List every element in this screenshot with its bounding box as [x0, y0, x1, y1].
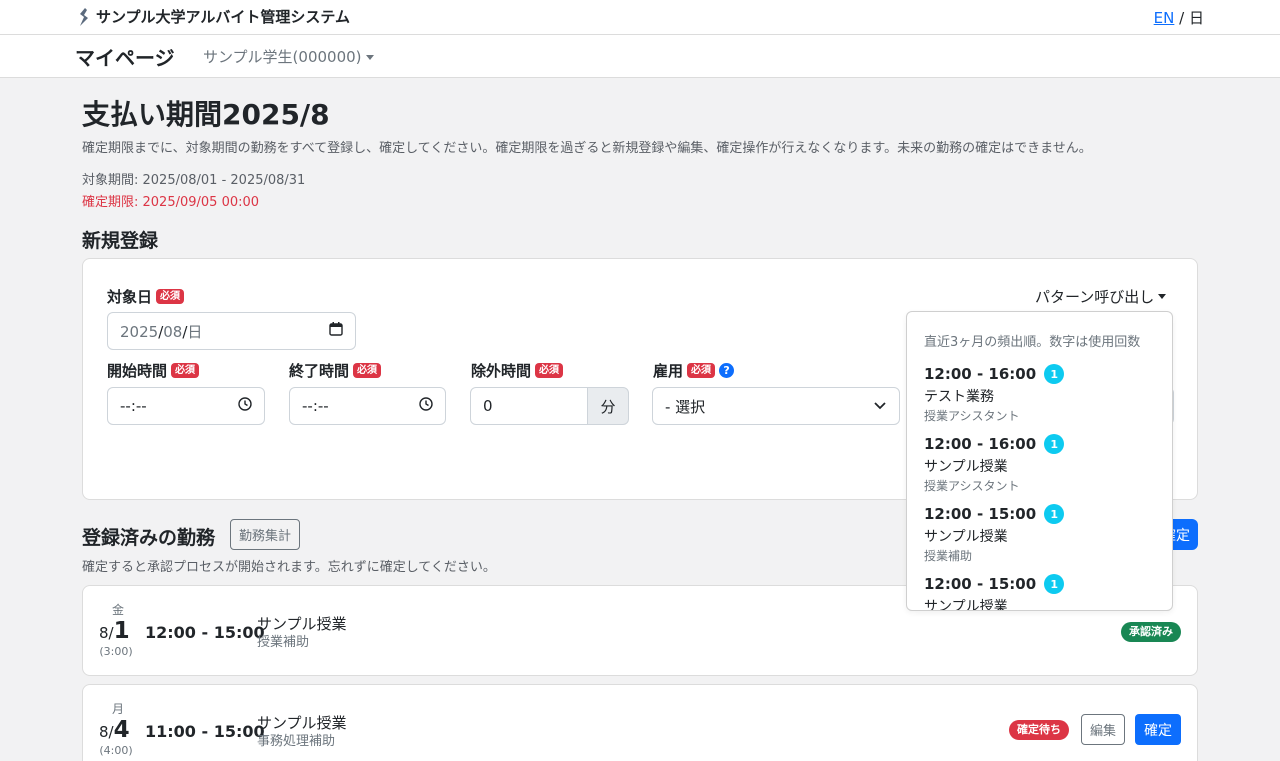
pattern-job: サンプル授業 — [924, 529, 1008, 545]
page-title: 支払い期間2025/8 — [82, 98, 330, 131]
top-bar: サンプル大学アルバイト管理システム EN / 日 — [0, 0, 1280, 35]
usage-count-badge: 1 — [1044, 574, 1065, 594]
pattern-call-button[interactable]: パターン呼び出し — [1035, 286, 1167, 307]
work-time: 12:00 - 15:00 — [145, 623, 265, 642]
clock-icon[interactable] — [238, 397, 252, 415]
employment-label: 雇用 必須 ? — [653, 360, 735, 381]
registered-note: 確定すると承認プロセスが開始されます。忘れずに確定してください。 — [82, 560, 496, 575]
work-time: 11:00 - 15:00 — [145, 722, 265, 741]
logo-icon — [78, 7, 90, 26]
date: 8/1 — [99, 618, 130, 644]
pattern-job: サンプル授業 — [924, 599, 1008, 611]
app-title: サンプル大学アルバイト管理システム — [96, 8, 350, 26]
registered-heading: 登録済みの勤務 — [82, 527, 216, 549]
app-brand[interactable]: サンプル大学アルバイト管理システム — [78, 6, 350, 27]
minutes-unit: 分 — [587, 387, 629, 425]
required-badge: 必須 — [171, 363, 200, 378]
date-value: 2025/08/日 — [120, 322, 203, 341]
pattern-role: 授業補助 — [924, 549, 973, 563]
required-badge: 必須 — [687, 363, 716, 378]
user-name: サンプル学生(000000) — [203, 48, 362, 66]
user-menu[interactable]: サンプル学生(000000) — [203, 46, 374, 67]
lang-ja-current: 日 — [1188, 9, 1204, 27]
required-badge: 必須 — [156, 289, 185, 304]
pattern-call-label: パターン呼び出し — [1035, 288, 1155, 306]
pattern-item[interactable]: 12:00 - 16:00 1 テスト業務 授業アシスタント — [924, 364, 1065, 424]
status-badge: 承認済み — [1121, 622, 1181, 642]
pattern-item[interactable]: 12:00 - 16:00 1 サンプル授業 授業アシスタント — [924, 434, 1065, 494]
pattern-role: 授業アシスタント — [924, 409, 1020, 423]
duration: (4:00) — [99, 744, 133, 757]
confirm-button[interactable]: 確定 — [1135, 714, 1181, 745]
date-label: 対象日 必須 — [107, 286, 185, 307]
pattern-item[interactable]: 12:00 - 15:00 1 サンプル授業 — [924, 574, 1065, 611]
job-role: 事務処理補助 — [257, 734, 336, 749]
list-item: 月 8/4 (4:00) 11:00 - 15:00 サンプル授業 事務処理補助… — [82, 684, 1198, 761]
exclude-time-value: 0 — [483, 397, 493, 415]
edit-button[interactable]: 編集 — [1081, 714, 1126, 745]
start-time-label: 開始時間 必須 — [107, 360, 200, 381]
lang-separator: / — [1179, 9, 1185, 27]
caret-down-icon — [365, 55, 374, 60]
help-icon[interactable]: ? — [719, 363, 735, 378]
date: 8/4 — [99, 717, 130, 743]
page-description: 確定期限までに、対象期間の勤務をすべて登録し、確定してください。確定期限を過ぎる… — [82, 141, 1092, 156]
pattern-time: 12:00 - 15:00 — [924, 575, 1037, 593]
start-time-value: --:-- — [120, 397, 147, 415]
exclude-time-label: 除外時間 必須 — [471, 360, 564, 381]
end-time-label: 終了時間 必須 — [289, 360, 382, 381]
language-switcher: EN / 日 — [1154, 7, 1204, 28]
target-period: 対象期間: 2025/08/01 - 2025/08/31 — [82, 173, 306, 188]
lang-en-link[interactable]: EN — [1154, 9, 1175, 27]
job-role: 授業補助 — [257, 635, 310, 650]
clock-icon[interactable] — [419, 397, 433, 415]
nav-title[interactable]: マイページ — [75, 42, 175, 71]
employment-value: - 選択 — [665, 397, 706, 416]
pattern-item[interactable]: 12:00 - 15:00 1 サンプル授業 授業補助 — [924, 504, 1065, 564]
pattern-job: テスト業務 — [924, 389, 994, 405]
weekday: 金 — [111, 603, 124, 617]
summary-button[interactable]: 勤務集計 — [230, 519, 301, 550]
caret-down-icon — [1158, 294, 1167, 299]
date-input[interactable]: 2025/08/日 — [107, 312, 356, 350]
date-label-text: 対象日 — [107, 288, 153, 306]
required-badge: 必須 — [353, 363, 382, 378]
pattern-dropdown-menu: 直近3ヶ月の頻出順。数字は使用回数 12:00 - 16:00 1 テスト業務 授… — [906, 311, 1173, 611]
usage-count-badge: 1 — [1044, 434, 1065, 454]
dropdown-header: 直近3ヶ月の頻出順。数字は使用回数 — [924, 335, 1141, 350]
duration: (3:00) — [99, 645, 133, 658]
employment-select[interactable]: - 選択 — [652, 387, 900, 425]
nav-bar: マイページ サンプル学生(000000) — [0, 35, 1280, 78]
pattern-job: サンプル授業 — [924, 459, 1008, 475]
pattern-role: 授業アシスタント — [924, 479, 1020, 493]
weekday: 月 — [111, 702, 124, 716]
calendar-icon[interactable] — [329, 322, 343, 340]
end-time-value: --:-- — [302, 397, 329, 415]
end-time-input[interactable]: --:-- — [289, 387, 446, 425]
exclude-time-input[interactable]: 0 — [470, 387, 588, 425]
start-time-input[interactable]: --:-- — [107, 387, 265, 425]
new-entry-heading: 新規登録 — [82, 230, 159, 252]
chevron-down-icon — [873, 397, 887, 415]
pattern-time: 12:00 - 16:00 — [924, 365, 1037, 383]
pattern-time: 12:00 - 15:00 — [924, 505, 1037, 523]
usage-count-badge: 1 — [1044, 364, 1065, 384]
pattern-time: 12:00 - 16:00 — [924, 435, 1037, 453]
deadline: 確定期限: 2025/09/05 00:00 — [82, 195, 260, 210]
status-badge: 確定待ち — [1009, 720, 1069, 740]
required-badge: 必須 — [535, 363, 564, 378]
usage-count-badge: 1 — [1044, 504, 1065, 524]
